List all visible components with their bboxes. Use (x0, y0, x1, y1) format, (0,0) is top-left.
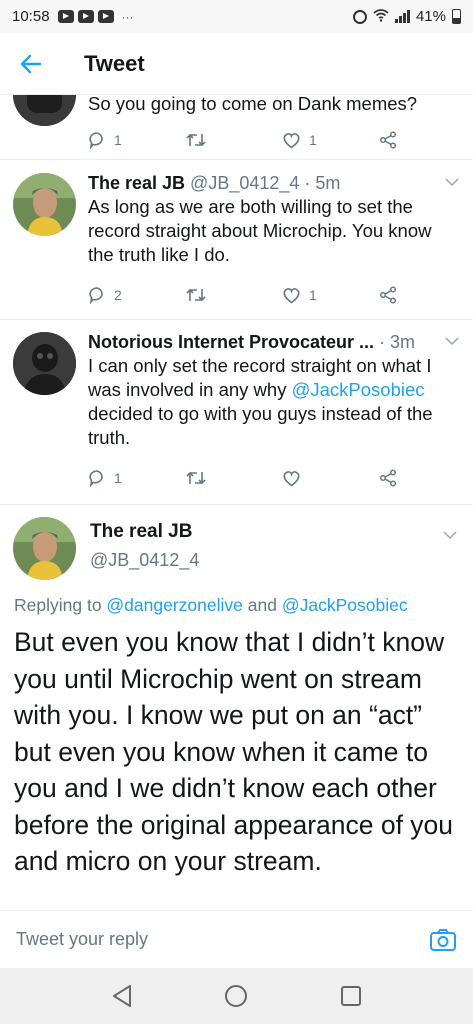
tweet-time: · 3m (379, 332, 416, 352)
nav-home-button[interactable] (221, 981, 251, 1011)
tweet-meta: Notorious Internet Provocateur ... · 3m (88, 330, 459, 354)
share-button[interactable] (379, 469, 473, 487)
author-name[interactable]: The real JB (90, 521, 192, 543)
avatar[interactable] (13, 517, 76, 580)
like-button[interactable] (282, 470, 379, 487)
share-icon (379, 286, 397, 304)
like-count: 1 (309, 132, 317, 148)
app-header: Tweet (0, 33, 473, 95)
author-handle: @JB_0412_4 (90, 550, 200, 570)
tweet-actions: 1 1 (88, 128, 473, 152)
wifi-icon (373, 8, 389, 25)
signal-icon (394, 10, 410, 23)
avatar[interactable] (13, 95, 76, 126)
battery-percent: 41% (415, 8, 446, 25)
reply-count: 1 (114, 470, 122, 486)
like-button[interactable]: 1 (282, 287, 379, 304)
youtube-notification-icon (57, 10, 74, 23)
author-name[interactable]: The real JB (88, 171, 185, 195)
chevron-down-icon[interactable] (445, 330, 459, 354)
reply-bar: Tweet your reply (0, 910, 473, 968)
status-bar: 10:58 ··· 41% (0, 0, 473, 33)
heart-icon (283, 132, 300, 148)
reply-count: 2 (114, 287, 122, 303)
chevron-down-icon[interactable] (443, 527, 457, 545)
tweet-text: I can only set the record straight on wh… (88, 354, 459, 450)
like-button[interactable]: 1 (282, 132, 379, 149)
reply-icon (89, 132, 103, 149)
tweet-actions: 1 (88, 466, 473, 490)
triangle-back-icon (113, 985, 132, 1007)
tweet-item[interactable]: Notorious Internet Provocateur ... · 3m … (0, 320, 473, 505)
youtube-notification-icon (77, 10, 94, 23)
avatar[interactable] (13, 173, 76, 236)
retweet-button[interactable] (185, 132, 282, 148)
camera-icon (430, 928, 456, 951)
replying-to: Replying to @dangerzonelive and @JackPos… (14, 595, 408, 616)
tweet-item[interactable]: So you going to come on Dank memes? 1 1 (0, 95, 473, 160)
heart-icon (283, 470, 300, 486)
status-time: 10:58 (12, 8, 50, 25)
reply-icon (89, 470, 103, 487)
camera-button[interactable] (429, 928, 457, 952)
share-icon (379, 131, 397, 149)
tweet-text: So you going to come on Dank memes? (88, 95, 418, 114)
back-button[interactable] (0, 33, 62, 95)
reply-button[interactable]: 1 (88, 469, 185, 487)
system-nav-bar (0, 968, 473, 1024)
retweet-icon (186, 133, 206, 147)
mention-link[interactable]: @JackPosobiec (292, 379, 425, 400)
reply-count: 1 (114, 132, 122, 148)
reply-button[interactable]: 1 (88, 131, 185, 149)
main-tweet-text: But even you know that I didn’t know you… (14, 627, 454, 876)
replying-prefix: Replying to (14, 595, 107, 615)
tweet-item[interactable]: The real JB @JB_0412_4 · 5m As long as w… (0, 160, 473, 320)
page-title: Tweet (84, 50, 145, 76)
like-count: 1 (309, 287, 317, 303)
nav-back-button[interactable] (107, 981, 137, 1011)
heart-icon (283, 287, 300, 303)
share-icon (379, 469, 397, 487)
square-recents-icon (340, 986, 361, 1006)
share-button[interactable] (379, 131, 473, 149)
reply-input[interactable]: Tweet your reply (16, 929, 429, 950)
nav-recents-button[interactable] (336, 981, 366, 1011)
alarm-icon (352, 9, 367, 24)
mention-link[interactable]: @dangerzonelive (106, 595, 242, 615)
author-handle: @JB_0412_4 · 5m (190, 173, 341, 193)
chevron-down-icon[interactable] (445, 171, 459, 195)
circle-home-icon (225, 985, 248, 1007)
youtube-notification-icon (97, 10, 114, 23)
tweet-meta: The real JB @JB_0412_4 · 5m (88, 171, 459, 195)
retweet-button[interactable] (185, 287, 282, 303)
tweet-text: As long as we are both willing to set th… (88, 196, 432, 265)
tweet-actions: 2 1 (88, 283, 473, 307)
retweet-button[interactable] (185, 470, 282, 486)
share-button[interactable] (379, 286, 473, 304)
retweet-icon (186, 471, 206, 485)
mention-link[interactable]: @JackPosobiec (282, 595, 408, 615)
reply-icon (89, 287, 103, 304)
replying-and: and (242, 595, 282, 615)
tweet-text-part: decided to go with you guys instead of t… (88, 403, 433, 448)
more-notifications-icon: ··· (121, 9, 134, 24)
author-name[interactable]: Notorious Internet Provocateur ... (88, 330, 374, 354)
retweet-icon (186, 288, 206, 302)
reply-button[interactable]: 2 (88, 286, 185, 304)
conversation-thread[interactable]: So you going to come on Dank memes? 1 1 (0, 95, 473, 910)
arrow-left-icon (20, 54, 42, 73)
avatar[interactable] (13, 332, 76, 395)
battery-icon (452, 9, 461, 24)
